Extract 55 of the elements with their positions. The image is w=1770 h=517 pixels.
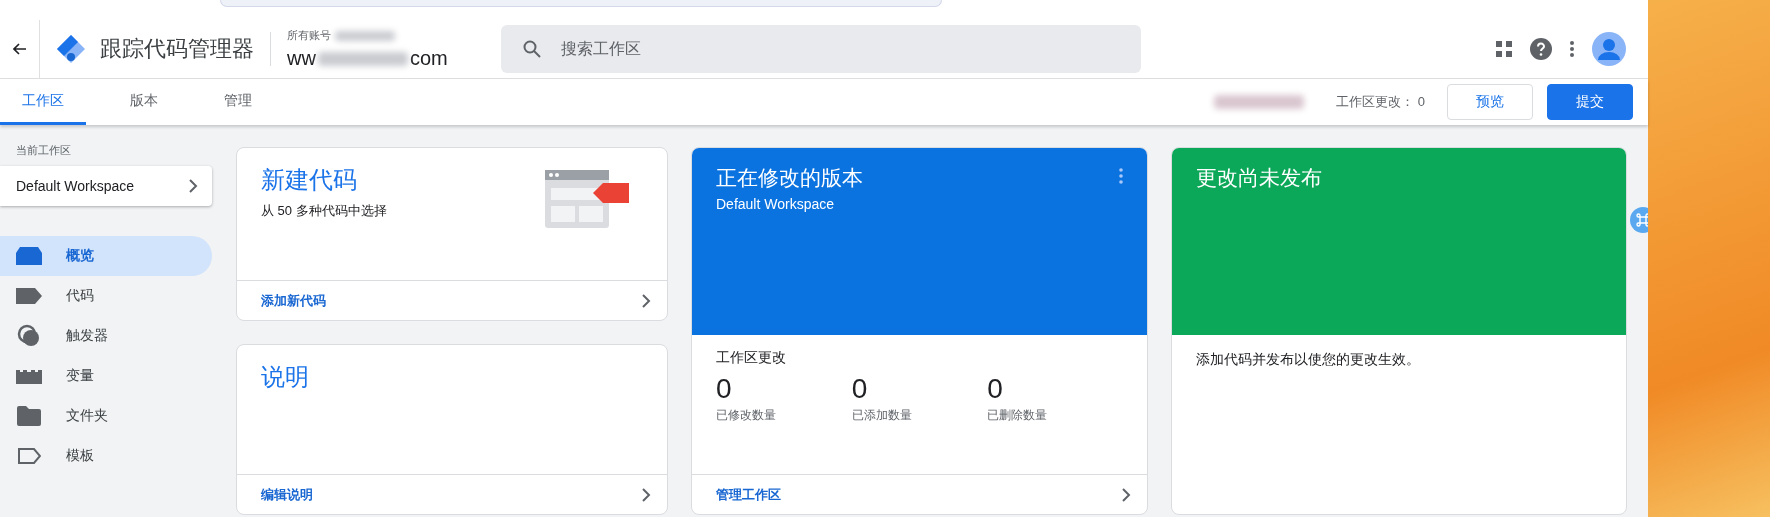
stat-label: 已删除数量 [987, 407, 1049, 424]
help-icon[interactable] [1530, 38, 1552, 60]
sidebar-item[interactable]: 模板 [0, 436, 212, 476]
diamond-logo-icon [56, 34, 86, 64]
section-title: 工作区更改 [716, 349, 787, 367]
workspace-changes-count: 工作区更改： 0 [1336, 93, 1425, 111]
card-title: 说明 [261, 362, 309, 392]
submit-button[interactable]: 提交 [1547, 84, 1633, 120]
stat-label: 已修改数量 [716, 407, 777, 424]
chevron-right-icon [188, 179, 198, 193]
tag-icon [16, 288, 42, 304]
card-subtitle: 从 50 多种代码中选择 [261, 202, 387, 220]
stat-value: 0 [851, 373, 869, 405]
chevron-right-icon [641, 293, 651, 308]
card-subtitle: Default Workspace [716, 196, 835, 212]
search-icon [523, 40, 541, 58]
chevron-right-icon [1121, 487, 1131, 502]
stat-value: 0 [987, 373, 1004, 405]
redacted-text [335, 30, 395, 41]
apps-grid-icon[interactable] [1496, 41, 1512, 57]
blocks-icon [16, 368, 42, 384]
add-tag-link[interactable]: 添加新代码 [237, 280, 667, 320]
card-text: 添加代码并发布以使您的更改生效。 [1195, 350, 1421, 369]
nav-tab[interactable]: 版本 [108, 79, 180, 125]
tag-outline-icon [17, 448, 41, 464]
chevron-right-icon [641, 487, 651, 502]
sidebar-item[interactable]: 变量 [0, 356, 212, 396]
card-title: 正在修改的版本 [716, 165, 863, 191]
back-arrow-icon[interactable] [12, 43, 27, 55]
edit-description-link[interactable]: 编辑说明 [237, 474, 667, 514]
manage-workspace-link[interactable]: 管理工作区 [692, 474, 1147, 514]
card-title: 更改尚未发布 [1196, 165, 1323, 191]
tray-icon [16, 247, 42, 265]
stat-label: 已添加数量 [851, 407, 913, 424]
account-label[interactable]: 所有账号 [287, 28, 331, 43]
circles-icon [17, 324, 41, 348]
sidebar-item[interactable]: 代码 [0, 276, 212, 316]
workspace-selector[interactable]: Default Workspace [0, 166, 212, 206]
sidebar-item[interactable]: 概览 [0, 236, 212, 276]
folder-icon [17, 406, 41, 426]
card-title: 新建代码 [261, 165, 358, 195]
container-name[interactable]: ww [287, 47, 316, 70]
app-title: 跟踪代码管理器 [100, 35, 254, 63]
preview-button[interactable]: 预览 [1447, 84, 1533, 120]
search-field[interactable]: 搜索工作区 [501, 25, 1141, 73]
stat-value: 0 [716, 373, 733, 405]
more-vert-icon[interactable] [1119, 168, 1123, 184]
avatar-icon[interactable] [1592, 32, 1626, 66]
container-name[interactable]: com [409, 47, 448, 70]
sidebar-item[interactable]: 触发器 [0, 316, 212, 356]
nav-tab[interactable]: 管理 [202, 79, 274, 125]
nav-tab[interactable]: 工作区 [0, 79, 86, 125]
section-label: 当前工作区 [15, 143, 72, 158]
more-vert-icon[interactable] [1570, 41, 1574, 57]
sidebar-item[interactable]: 文件夹 [0, 396, 212, 436]
